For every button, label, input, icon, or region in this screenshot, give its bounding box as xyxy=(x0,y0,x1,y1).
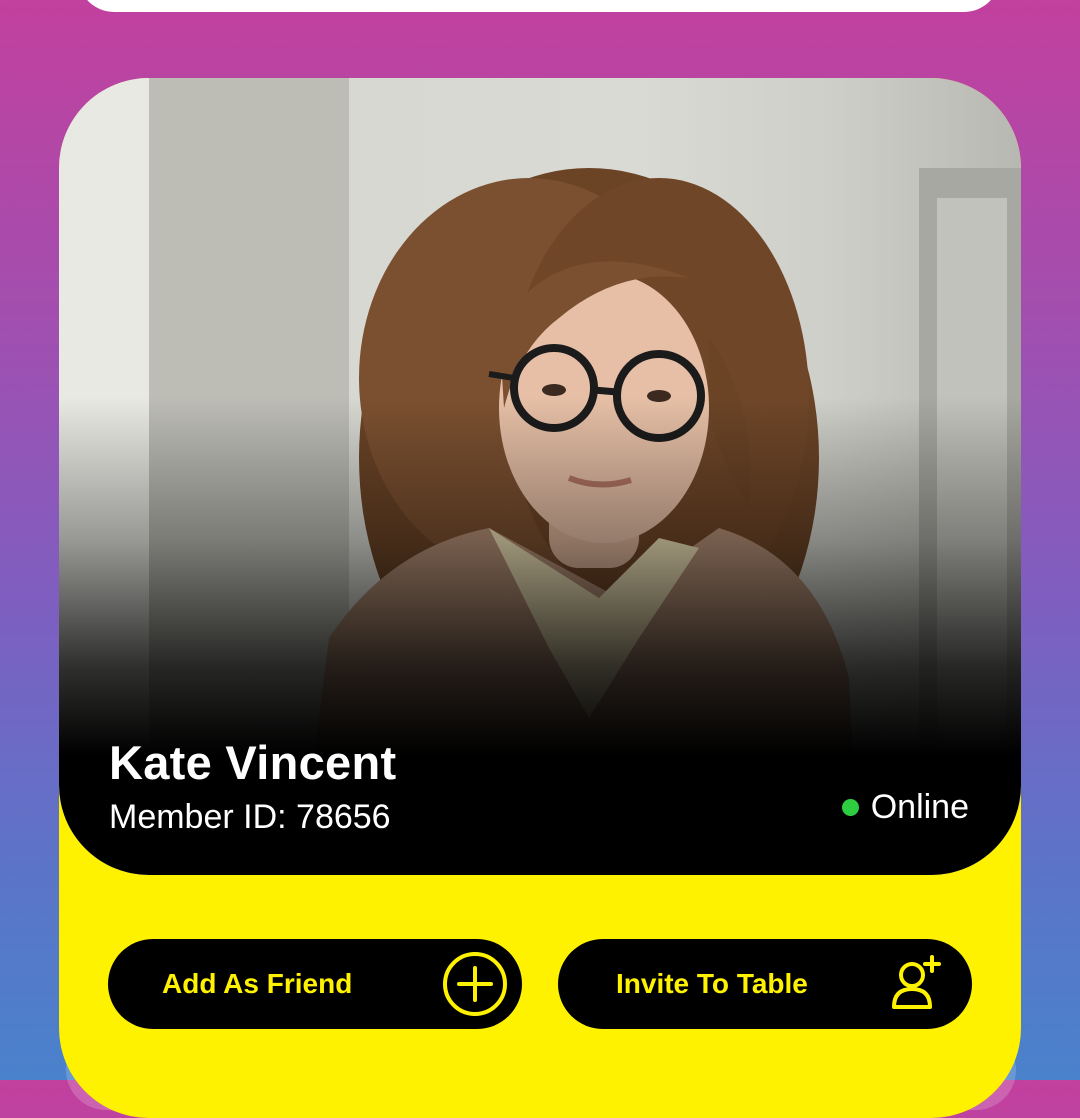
add-friend-label: Add As Friend xyxy=(162,968,353,999)
plus-circle-icon xyxy=(443,952,507,1016)
profile-photo: Kate Vincent Member ID: 78656 Online xyxy=(59,78,1021,875)
online-status-label: Online xyxy=(870,788,969,826)
member-id: Member ID: 78656 xyxy=(109,798,391,836)
invite-to-table-button[interactable]: Invite To Table xyxy=(558,939,972,1029)
invite-to-table-label: Invite To Table xyxy=(616,968,808,999)
add-friend-button[interactable]: Add As Friend xyxy=(108,939,522,1029)
previous-card xyxy=(78,0,1000,12)
user-plus-icon xyxy=(892,955,941,1009)
online-dot-icon xyxy=(841,799,859,816)
online-status: Online xyxy=(841,788,969,827)
profile-name: Kate Vincent xyxy=(109,736,397,789)
profile-card: Kate Vincent Member ID: 78656 Online Add… xyxy=(59,78,1021,1118)
